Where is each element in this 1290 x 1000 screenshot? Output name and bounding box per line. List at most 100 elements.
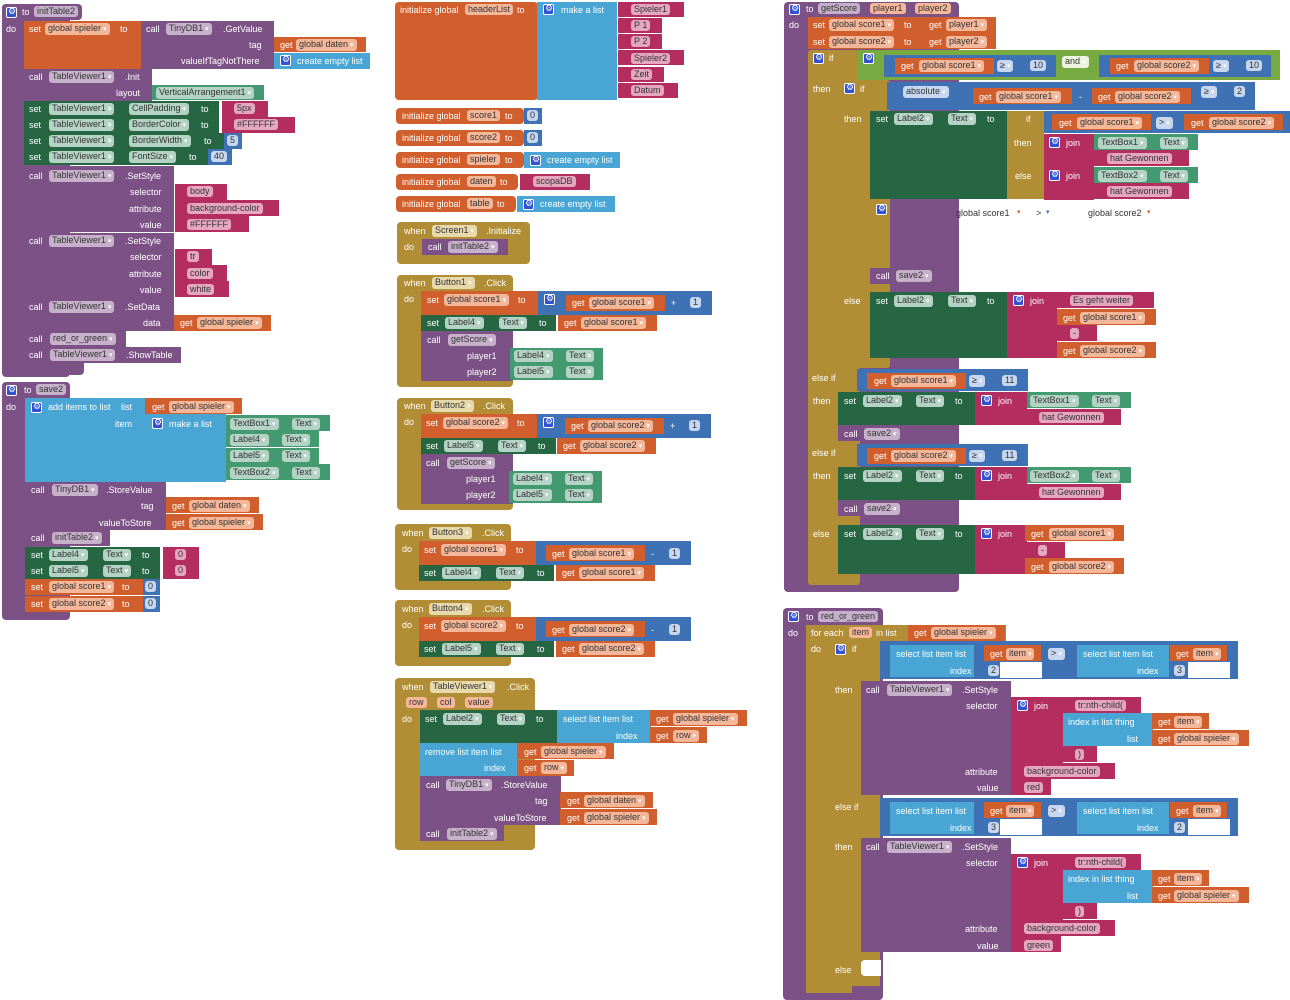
property-dropdown[interactable]: Text bbox=[566, 366, 594, 378]
property-dropdown[interactable]: Text bbox=[1092, 470, 1120, 482]
var-dropdown[interactable]: global spieler bbox=[197, 317, 262, 329]
number-value[interactable]: 2 bbox=[988, 665, 1000, 676]
mutator-gear-icon[interactable] bbox=[543, 3, 554, 15]
text-value[interactable]: green bbox=[1024, 940, 1054, 951]
number-value[interactable]: 11 bbox=[1002, 375, 1018, 386]
component-dropdown[interactable]: Label2 bbox=[443, 713, 482, 725]
text-value[interactable]: hat Gewonnen bbox=[1039, 487, 1104, 498]
var-dropdown[interactable]: global spieler bbox=[673, 713, 738, 725]
var-dropdown[interactable]: global score1 bbox=[579, 567, 645, 579]
procedure-dropdown[interactable]: red_or_green bbox=[50, 333, 116, 345]
mutator-gear-icon[interactable] bbox=[981, 394, 992, 406]
var-dropdown[interactable]: row bbox=[541, 762, 567, 774]
text-value[interactable]: P 1 bbox=[631, 20, 651, 31]
property-dropdown[interactable]: Text bbox=[103, 565, 131, 577]
property-dropdown[interactable]: Text bbox=[103, 549, 131, 561]
property-dropdown[interactable]: CellPadding bbox=[129, 103, 190, 115]
var-dropdown[interactable]: global score1 bbox=[441, 544, 507, 556]
procedure-dropdown[interactable]: initTable2 bbox=[448, 241, 498, 253]
set-label5-text[interactable] bbox=[419, 641, 554, 657]
text-value[interactable]: tr:nth-child( bbox=[1075, 700, 1127, 711]
text-value[interactable]: color bbox=[187, 268, 213, 279]
var-dropdown[interactable]: global score2 bbox=[1134, 60, 1200, 72]
component-dropdown[interactable]: Button3 bbox=[429, 527, 472, 539]
component-dropdown[interactable]: Label2 bbox=[863, 470, 902, 482]
component-dropdown[interactable]: TextBox2 bbox=[1098, 170, 1147, 182]
operator-dropdown[interactable]: ≥ bbox=[1213, 60, 1230, 72]
component-dropdown[interactable]: TableViewer1 bbox=[887, 841, 953, 853]
text-value[interactable]: Spieler2 bbox=[631, 53, 671, 64]
text-value[interactable]: hat Gewonnen bbox=[1039, 412, 1104, 423]
text-value[interactable]: background-color bbox=[1024, 923, 1100, 934]
var-dropdown[interactable]: global score1 bbox=[829, 19, 895, 31]
mutator-gear-icon[interactable] bbox=[280, 54, 291, 66]
component-dropdown[interactable]: TableViewer1 bbox=[49, 119, 115, 131]
operator-dropdown[interactable]: ≥ bbox=[969, 375, 986, 387]
loop-var-field[interactable]: item bbox=[849, 627, 873, 638]
component-dropdown[interactable]: TextBox2 bbox=[1030, 470, 1079, 482]
mutator-gear-icon[interactable] bbox=[6, 384, 17, 396]
component-dropdown[interactable]: Label2 bbox=[894, 113, 933, 125]
text-value[interactable]: background-color bbox=[1024, 766, 1100, 777]
operator-dropdown[interactable]: ≥ bbox=[1201, 86, 1218, 98]
var-dropdown[interactable]: global spieler bbox=[1174, 890, 1239, 902]
var-name-field[interactable]: headerList bbox=[465, 4, 514, 15]
var-dropdown[interactable]: global spieler bbox=[189, 517, 254, 529]
var-dropdown[interactable]: global score2 bbox=[579, 643, 645, 655]
component-dropdown[interactable]: Button1 bbox=[432, 277, 475, 289]
component-dropdown[interactable]: Label5 bbox=[514, 366, 553, 378]
mutator-gear-icon[interactable] bbox=[543, 416, 554, 428]
var-dropdown[interactable]: global score2 bbox=[1080, 345, 1146, 357]
number-value[interactable]: 0 bbox=[527, 132, 539, 143]
procedure-dropdown[interactable]: getScore bbox=[448, 334, 496, 346]
component-dropdown[interactable]: Button2 bbox=[431, 400, 474, 412]
init-global-headerList[interactable] bbox=[395, 2, 538, 100]
property-dropdown[interactable]: Text bbox=[1092, 395, 1120, 407]
procedure-dropdown[interactable]: initTable2 bbox=[52, 532, 102, 544]
var-dropdown[interactable]: global score1 bbox=[444, 294, 510, 306]
var-dropdown[interactable]: player1 bbox=[946, 19, 987, 31]
mutator-gear-icon[interactable] bbox=[1017, 856, 1028, 868]
set-label4-text[interactable] bbox=[421, 315, 556, 331]
number-value[interactable]: 11 bbox=[1002, 450, 1018, 461]
property-dropdown[interactable]: Text bbox=[496, 643, 524, 655]
var-name-field[interactable]: table bbox=[467, 198, 493, 209]
text-value[interactable]: tr:nth-child( bbox=[1075, 857, 1127, 868]
proc-name[interactable]: getScore bbox=[818, 3, 861, 14]
param-row[interactable]: row bbox=[406, 697, 427, 708]
mutator-gear-icon[interactable] bbox=[788, 610, 799, 622]
text-value[interactable]: - bbox=[1038, 545, 1047, 556]
component-dropdown[interactable]: TextBox1 bbox=[1098, 137, 1147, 149]
proc-name[interactable]: save2 bbox=[36, 384, 67, 395]
mutator-gear-icon[interactable] bbox=[813, 52, 824, 64]
set-label4-text[interactable] bbox=[419, 565, 554, 581]
param-player1[interactable]: player1 bbox=[870, 3, 906, 14]
var-name-field[interactable]: spieler bbox=[467, 154, 500, 165]
var-dropdown[interactable]: item bbox=[1006, 648, 1035, 660]
text-value[interactable]: red bbox=[1024, 782, 1044, 793]
var-dropdown[interactable]: global score1 bbox=[581, 317, 647, 329]
component-dropdown[interactable]: Label4 bbox=[442, 567, 481, 579]
var-dropdown[interactable]: item bbox=[1174, 873, 1203, 885]
var-dropdown[interactable]: global daten bbox=[584, 795, 645, 807]
mutator-gear-icon[interactable] bbox=[844, 82, 855, 94]
text-value[interactable]: 0 bbox=[175, 549, 187, 560]
text-value[interactable]: 0 bbox=[175, 565, 187, 576]
component-dropdown[interactable]: VerticalArrangement1 bbox=[156, 87, 255, 99]
property-dropdown[interactable]: Text bbox=[916, 470, 944, 482]
var-dropdown[interactable]: global score1 bbox=[919, 60, 985, 72]
component-dropdown[interactable]: Label5 bbox=[444, 440, 483, 452]
component-dropdown[interactable]: TinyDB1 bbox=[52, 484, 98, 496]
number-value[interactable]: 10 bbox=[1030, 60, 1047, 71]
param-player2[interactable]: player2 bbox=[915, 3, 951, 14]
component-dropdown[interactable]: TableViewer1 bbox=[49, 151, 115, 163]
mutator-gear-icon[interactable] bbox=[1049, 169, 1060, 181]
var-dropdown[interactable]: global spieler bbox=[45, 23, 110, 35]
component-dropdown[interactable]: TextBox1 bbox=[230, 418, 279, 430]
var-dropdown[interactable]: global spieler bbox=[541, 746, 606, 758]
text-value[interactable]: body bbox=[187, 186, 213, 197]
property-dropdown[interactable]: Text bbox=[499, 317, 527, 329]
mutator-gear-icon[interactable] bbox=[544, 293, 555, 305]
var-name-field[interactable]: score1 bbox=[467, 110, 501, 121]
component-dropdown[interactable]: Label5 bbox=[442, 643, 481, 655]
